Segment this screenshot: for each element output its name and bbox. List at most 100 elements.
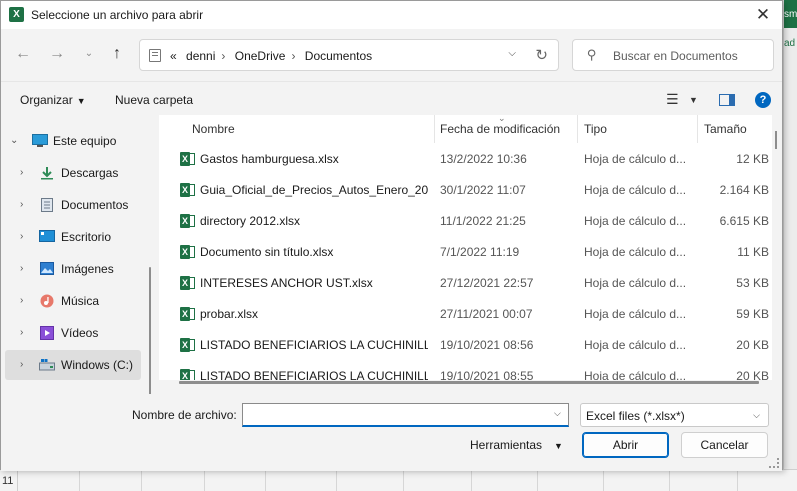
file-size: 20 KB bbox=[736, 369, 769, 380]
file-list-horizontal-scrollbar[interactable] bbox=[179, 381, 759, 384]
videos-icon bbox=[40, 326, 54, 340]
tree-item-escritorio[interactable]: › Escritorio bbox=[1, 222, 151, 252]
tree-item-label: Vídeos bbox=[61, 326, 99, 340]
tree-item-label: Windows (C:) bbox=[61, 358, 134, 372]
arrow-left-icon: ← bbox=[15, 45, 31, 62]
list-view-icon: ☰ bbox=[666, 91, 679, 107]
open-button[interactable]: Abrir bbox=[582, 432, 669, 458]
view-options-button[interactable]: ☰ bbox=[666, 91, 679, 108]
location-icon bbox=[149, 49, 161, 62]
file-row[interactable]: X LISTADO BENEFICIARIOS LA CUCHINILLA... 1… bbox=[159, 361, 772, 380]
excel-file-icon: X bbox=[180, 152, 195, 166]
resize-grip[interactable] bbox=[769, 458, 779, 468]
file-type: Hoja de cálculo d... bbox=[584, 369, 687, 380]
file-list: Nombre ⌄ Fecha de modificación Tipo Tama… bbox=[159, 115, 772, 380]
background-cell bbox=[337, 470, 404, 491]
chevron-down-icon: ⌵ bbox=[508, 48, 516, 59]
file-name: Gastos hamburguesa.xlsx bbox=[200, 152, 339, 166]
chevron-down-icon: ⌄ bbox=[10, 135, 19, 146]
file-row[interactable]: Xprobar.xlsx 27/11/2021 00:07 Hoja de cálc… bbox=[159, 299, 772, 330]
background-cell bbox=[538, 470, 604, 491]
breadcrumb-onedrive[interactable]: OneDrive bbox=[235, 49, 286, 63]
breadcrumb-overflow[interactable]: « bbox=[170, 49, 177, 63]
close-icon: ✕ bbox=[755, 5, 771, 24]
background-cell bbox=[670, 470, 738, 491]
tree-item-windows-c[interactable]: › Windows (C:) bbox=[5, 350, 141, 380]
navigation-bar: ← → ⌄ ↑ « denni › OneDrive › Documentos ⌵ … bbox=[1, 29, 782, 79]
file-row[interactable]: X INTERESES ANCHOR UST.xlsx 27/12/2021 22:… bbox=[159, 268, 772, 299]
background-cell bbox=[18, 470, 80, 491]
file-size: 59 KB bbox=[736, 307, 769, 321]
file-type: Hoja de cálculo d... bbox=[584, 307, 687, 321]
tree-item-documentos[interactable]: › Documentos bbox=[1, 190, 151, 220]
title-bar: X Seleccione un archivo para abrir ✕ bbox=[1, 1, 782, 29]
dialog-title: Seleccione un archivo para abrir bbox=[31, 8, 204, 22]
arrow-up-icon: ↑ bbox=[113, 45, 121, 62]
breadcrumb-denni[interactable]: denni bbox=[186, 49, 215, 63]
chevron-right-icon: › bbox=[20, 359, 24, 370]
column-divider[interactable] bbox=[434, 115, 435, 143]
background-cell bbox=[266, 470, 337, 491]
chevron-right-icon: › bbox=[20, 199, 24, 210]
search-icon: ⚲ bbox=[587, 47, 597, 62]
background-cell bbox=[142, 470, 205, 491]
excel-app-icon: X bbox=[9, 7, 24, 22]
tools-menu[interactable]: Herramientas ▼ bbox=[470, 438, 563, 452]
background-side-text: ad bbox=[784, 38, 796, 49]
forward-button[interactable]: → bbox=[47, 44, 67, 64]
tree-item-imagenes[interactable]: › Imágenes bbox=[1, 254, 151, 284]
filename-label: Nombre de archivo: bbox=[132, 408, 237, 422]
file-row[interactable]: X Gastos hamburguesa.xlsx 13/2/2022 10:36 H… bbox=[159, 144, 772, 175]
computer-icon bbox=[32, 134, 48, 148]
file-name: LISTADO BENEFICIARIOS LA CUCHINILLA... bbox=[200, 369, 428, 380]
search-box[interactable]: ⚲ Buscar en Documentos bbox=[572, 39, 774, 71]
preview-pane-button[interactable] bbox=[719, 94, 735, 106]
recent-locations-button[interactable]: ⌄ bbox=[79, 44, 99, 64]
column-divider[interactable] bbox=[697, 115, 698, 143]
excel-file-icon: X bbox=[180, 245, 195, 259]
organize-menu[interactable]: Organizar ▼ bbox=[20, 93, 86, 107]
breadcrumb-separator: › bbox=[221, 49, 226, 63]
tools-label: Herramientas bbox=[470, 438, 543, 452]
tree-item-este-equipo[interactable]: ⌄ Este equipo bbox=[1, 126, 151, 156]
chevron-right-icon: › bbox=[20, 327, 24, 338]
chevron-down-icon: ▼ bbox=[554, 441, 563, 451]
view-dropdown-button[interactable]: ▼ bbox=[689, 95, 698, 105]
file-date: 19/10/2021 08:55 bbox=[440, 369, 534, 380]
file-size: 12 KB bbox=[736, 152, 769, 166]
close-button[interactable]: ✕ bbox=[752, 4, 774, 26]
tree-item-descargas[interactable]: › Descargas bbox=[1, 158, 151, 188]
documents-icon bbox=[41, 198, 55, 212]
file-row[interactable]: Xdirectory 2012.xlsx 11/1/2022 21:25 Hoja … bbox=[159, 206, 772, 237]
navigation-pane: ⌄ Este equipo › Descargas › Documentos ›… bbox=[1, 115, 159, 397]
background-cell bbox=[472, 470, 538, 491]
chevron-down-icon: ▼ bbox=[689, 95, 698, 105]
navigation-scrollbar[interactable] bbox=[149, 267, 151, 397]
file-row[interactable]: X Documento sin título.xlsx 7/1/2022 11:19… bbox=[159, 237, 772, 268]
background-row-number: 11 bbox=[0, 470, 18, 491]
file-size: 2.164 KB bbox=[719, 183, 769, 197]
up-button[interactable]: ↑ bbox=[107, 44, 127, 64]
excel-file-icon: X bbox=[180, 307, 195, 321]
breadcrumb-documentos[interactable]: Documentos bbox=[305, 49, 372, 63]
file-date: 7/1/2022 11:19 bbox=[440, 245, 520, 259]
filename-input[interactable] bbox=[242, 403, 569, 427]
file-list-scrollbar[interactable] bbox=[775, 131, 777, 149]
help-button[interactable]: ? bbox=[755, 92, 771, 108]
address-dropdown-button[interactable]: ⌵ bbox=[508, 48, 516, 59]
tree-item-musica[interactable]: › Música bbox=[1, 286, 151, 316]
file-row[interactable]: X Guia_Oficial_de_Precios_Autos_Enero_20.… bbox=[159, 175, 772, 206]
desktop-icon bbox=[39, 230, 55, 244]
address-bar[interactable]: « denni › OneDrive › Documentos ⌵ ↻ bbox=[139, 39, 559, 71]
refresh-button[interactable]: ↻ bbox=[535, 46, 548, 64]
tree-item-videos[interactable]: › Vídeos bbox=[1, 318, 151, 348]
file-name: probar.xlsx bbox=[200, 307, 259, 321]
new-folder-button[interactable]: Nueva carpeta bbox=[115, 93, 193, 107]
file-size: 20 KB bbox=[736, 338, 769, 352]
back-button[interactable]: ← bbox=[13, 44, 33, 64]
column-divider[interactable] bbox=[577, 115, 578, 143]
cancel-button[interactable]: Cancelar bbox=[681, 432, 768, 458]
file-type-select[interactable]: Excel files (*.xlsx*) ⌵ bbox=[580, 403, 769, 427]
file-row[interactable]: X LISTADO BENEFICIARIOS LA CUCHINILLA... 1… bbox=[159, 330, 772, 361]
tree-item-label: Este equipo bbox=[53, 134, 117, 148]
